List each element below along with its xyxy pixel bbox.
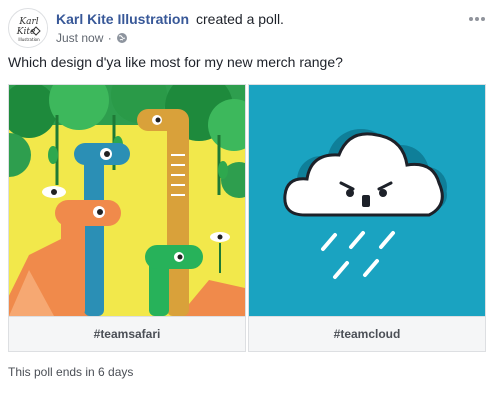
poll-option-label-bar: #teamsafari xyxy=(9,316,245,351)
meta-separator: · xyxy=(107,31,112,45)
post-timestamp[interactable]: Just now xyxy=(56,31,103,45)
avatar[interactable]: Karl Kite Illustration xyxy=(8,8,48,48)
poll-option-label: #teamsafari xyxy=(93,327,161,341)
more-options-icon xyxy=(469,17,485,21)
post-meta: Just now · xyxy=(56,31,128,47)
page-name-link[interactable]: Karl Kite Illustration xyxy=(56,11,189,27)
logo-line-3: Illustration xyxy=(18,37,40,42)
poll-option-teamsafari[interactable]: #teamsafari xyxy=(8,84,246,352)
post-action-text: created a poll. xyxy=(196,11,284,27)
more-options-button[interactable] xyxy=(467,12,487,24)
poll-option-teamcloud[interactable]: #teamcloud xyxy=(248,84,486,352)
globe-icon[interactable] xyxy=(116,32,128,47)
post-header: Karl Kite Illustration Karl Kite Illustr… xyxy=(8,8,489,48)
logo-line-1: Karl xyxy=(18,17,38,27)
poll-ends-text: This poll ends in 6 days xyxy=(8,365,134,379)
karl-kite-logo: Karl Kite Illustration xyxy=(10,10,47,47)
poll-option-label-bar: #teamcloud xyxy=(249,316,485,351)
post-text: Which design d'ya like most for my new m… xyxy=(8,54,343,70)
safari-illustration xyxy=(9,85,245,316)
angry-cloud-illustration xyxy=(249,85,485,316)
poll-option-label: #teamcloud xyxy=(333,327,401,341)
poll: #teamsafari #teamcloud xyxy=(8,84,489,352)
